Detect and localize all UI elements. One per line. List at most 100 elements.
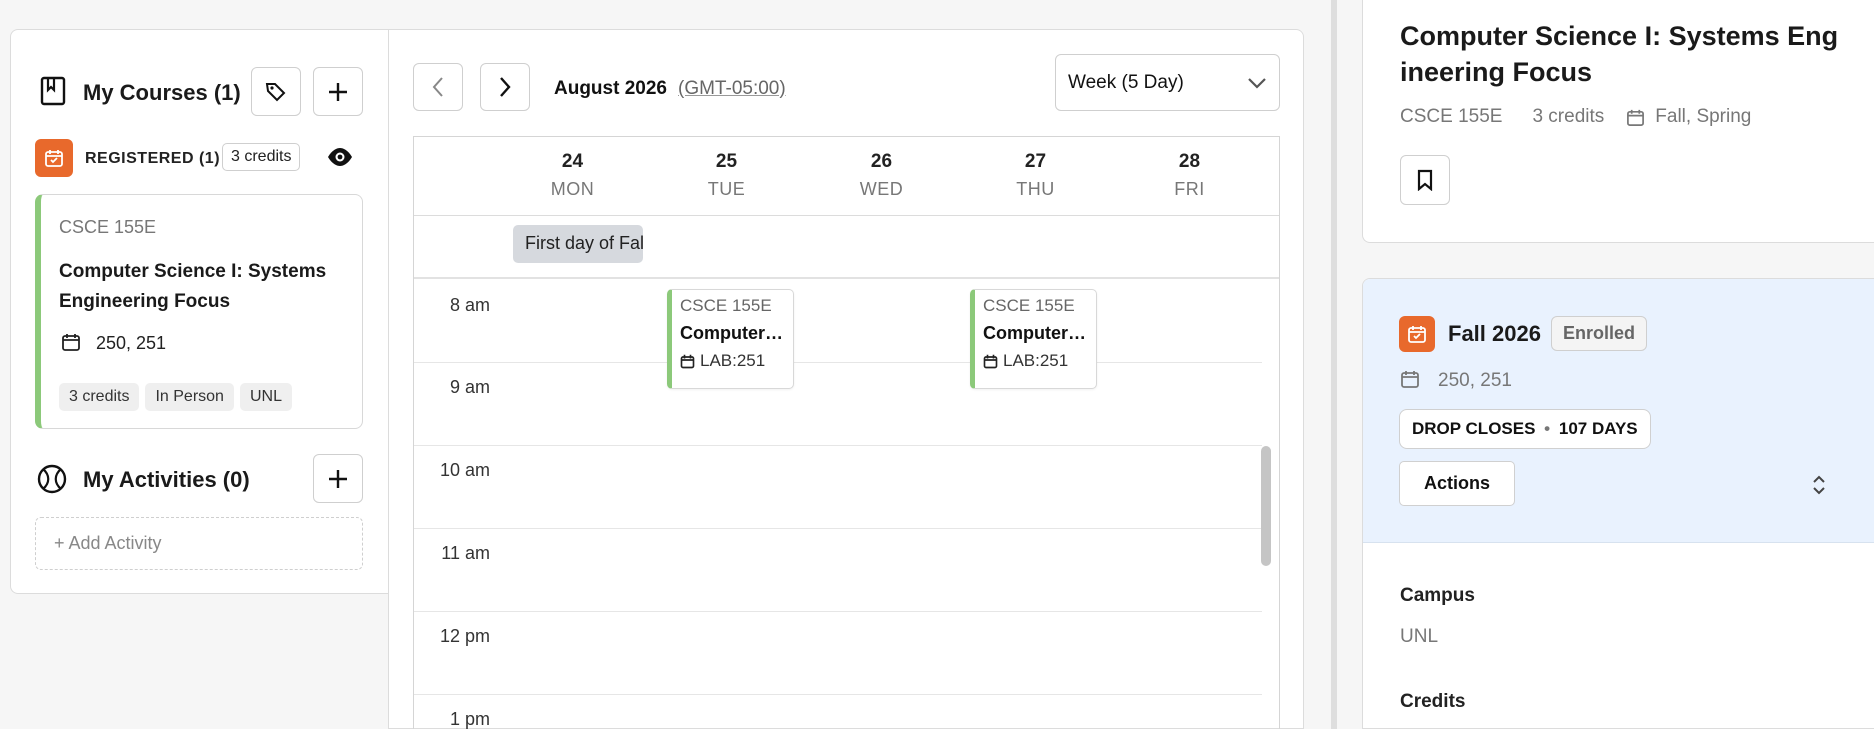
next-week-button[interactable] [480,63,530,111]
course-detail-header: Computer Science I: Systems Engineering … [1362,0,1874,243]
term-sections: 250, 251 [1438,370,1512,391]
course-title: Computer Science I: Systems Engineering … [59,261,327,312]
drop-closes-label: DROP CLOSES [1412,419,1536,438]
campus-label: Campus [1400,585,1475,606]
term-name: Fall 2026 [1448,321,1541,346]
event-title: Computer Science I: Systems Engineering … [680,323,785,343]
bookmark-icon [1416,169,1434,191]
my-courses-title: My Courses (1) [83,80,241,105]
week-grid: 24 MON 25 TUE 26 WED 27 THU 28 FRI First… [413,136,1280,729]
separator-dot: • [1544,419,1551,438]
hour-line [414,445,1262,446]
day-name: THU [1016,179,1055,199]
calendar-event-tue[interactable]: CSCE 155E Computer Science I: Systems En… [667,289,794,389]
hour-label: 8 am [449,295,490,315]
plus-icon [327,468,349,490]
campus-value: UNL [1400,626,1439,647]
panel-divider[interactable] [1331,0,1337,729]
eye-icon[interactable] [327,147,353,167]
term-section: Fall 2026 Enrolled 250, 251 DROP CLOSES … [1363,279,1874,543]
event-code: CSCE 155E [680,296,772,315]
day-header-thu[interactable]: 27 THU [958,151,1113,200]
header-divider [414,215,1279,216]
day-header-fri[interactable]: 28 FRI [1112,151,1267,200]
hour-line [414,528,1262,529]
view-select[interactable]: Week (5 Day) [1055,54,1280,111]
prev-week-button[interactable] [413,63,463,111]
bookmark-book-icon [40,76,66,106]
month-label: August 2026 [554,78,667,99]
detail-title: Computer Science I: Systems Engineering … [1400,21,1839,87]
event-location-row: LAB:251 [983,351,1088,371]
hour-label: 1 pm [449,709,490,729]
plus-icon [327,81,349,103]
chevron-right-icon [498,76,512,98]
day-name: MON [550,179,595,199]
allday-divider [414,277,1279,279]
day-header-mon[interactable]: 24 MON [495,151,650,200]
calendar-check-icon [1399,316,1435,352]
course-card[interactable]: CSCE 155E Computer Science I: Systems En… [35,194,363,429]
calendar-icon [1626,108,1645,127]
calendar-icon [61,332,81,352]
tag-campus: UNL [239,383,292,411]
day-name: TUE [707,179,746,199]
tags-button[interactable] [251,67,301,116]
all-day-event-label: First day of Fall [525,233,643,253]
hour-label: 9 am [449,377,490,397]
day-number: 27 [1024,151,1047,172]
calendar-scrollbar[interactable] [1261,446,1271,566]
event-location: LAB:251 [700,351,766,370]
detail-code: CSCE 155E [1400,106,1503,127]
my-activities-title: My Activities (0) [83,467,250,492]
credits-label: Credits [1400,691,1466,712]
hour-label: 12 pm [439,626,490,646]
all-day-event[interactable]: First day of Fall [513,225,643,263]
calendar-icon [680,354,695,369]
chevron-left-icon [431,76,445,98]
add-course-button[interactable] [313,67,363,116]
course-code: CSCE 155E [59,217,157,237]
calendar-check-icon [35,139,73,177]
bookmark-button[interactable] [1400,155,1450,205]
day-number: 25 [715,151,738,172]
timezone-link[interactable]: (GMT-05:00) [678,78,786,100]
calendar-icon [1400,369,1420,389]
expand-collapse-icon[interactable] [1811,475,1827,495]
day-header-tue[interactable]: 25 TUE [649,151,804,200]
actions-label: Actions [1423,473,1490,493]
tag-credits: 3 credits [59,383,140,411]
registered-credits-badge: 3 credits [222,143,301,171]
day-number: 24 [561,151,584,172]
day-name: FRI [1174,179,1205,199]
detail-meta-row: CSCE 155E 3 credits Fall, Spring [1400,106,1751,128]
drop-days: 107 DAYS [1558,419,1638,438]
hour-line [414,362,1262,363]
chevron-down-icon [1247,77,1267,89]
day-header-wed[interactable]: 26 WED [804,151,959,200]
course-detail-body: Fall 2026 Enrolled 250, 251 DROP CLOSES … [1362,278,1874,729]
day-number: 28 [1178,151,1201,172]
tag-icon [264,80,288,104]
event-code: CSCE 155E [983,296,1075,315]
day-number: 26 [870,151,893,172]
detail-credits: 3 credits [1532,106,1605,127]
activity-ball-icon [37,464,67,494]
status-badge: Enrolled [1551,316,1648,351]
add-activity-button[interactable] [313,454,363,503]
detail-terms: Fall, Spring [1655,106,1752,127]
tag-mode: In Person [145,383,234,411]
calendar-icon [983,354,998,369]
course-sections: 250, 251 [96,333,167,353]
calendar-event-thu[interactable]: CSCE 155E Computer Science I: Systems En… [970,289,1097,389]
registered-label: REGISTERED (1) [85,150,221,167]
hour-label: 11 am [441,543,490,563]
event-location: LAB:251 [1003,351,1069,370]
course-tags: 3 credits In Person UNL [59,383,298,411]
add-activity-link[interactable]: + Add Activity [35,517,363,570]
add-activity-label: + Add Activity [54,533,162,553]
actions-button[interactable]: Actions [1399,461,1515,506]
hour-label: 10 am [439,460,490,480]
drop-deadline-badge: DROP CLOSES • 107 DAYS [1399,409,1651,449]
event-title: Computer Science I: Systems Engineering … [983,323,1088,343]
